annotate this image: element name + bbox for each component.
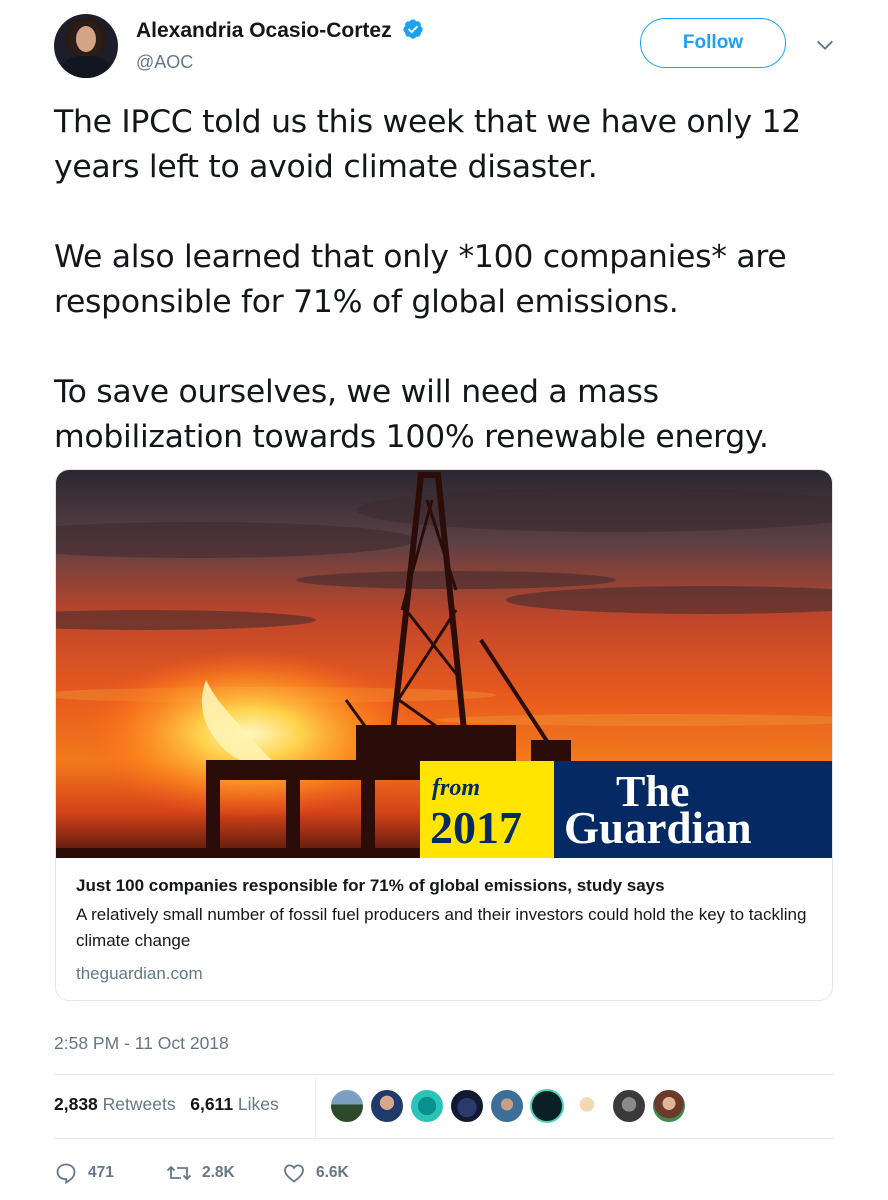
tweet-timestamp[interactable]: 2:58 PM - 11 Oct 2018 [54, 1033, 229, 1054]
retweet-count: 2.8K [202, 1164, 235, 1181]
card-description: A relatively small number of fossil fuel… [76, 905, 807, 950]
tweet-paragraph: To save ourselves, we will need a mass m… [54, 374, 769, 455]
liker-avatar[interactable] [410, 1089, 444, 1123]
card-image[interactable]: from 2017 The Guardian [56, 470, 833, 858]
liker-avatar[interactable] [370, 1089, 404, 1123]
tweet-stats: 2,838 Retweets 6,611 Likes [54, 1094, 279, 1122]
liker-avatar[interactable] [330, 1089, 364, 1123]
liker-avatar[interactable] [652, 1089, 686, 1123]
divider-bottom [54, 1138, 834, 1139]
card-domain[interactable]: theguardian.com [76, 964, 816, 984]
badge-year-text: 2017 [430, 802, 522, 853]
retweets-label: Retweets [102, 1094, 176, 1114]
card-title[interactable]: Just 100 companies responsible for 71% o… [76, 874, 816, 898]
tweet-header: Alexandria Ocasio-Cortez @AOC Follow [54, 14, 834, 80]
like-button[interactable]: 6.6K [282, 1158, 349, 1188]
reply-button[interactable]: 471 [54, 1158, 114, 1188]
author-name[interactable]: Alexandria Ocasio-Cortez [136, 18, 424, 43]
avatar-body [62, 56, 110, 78]
retweet-stat[interactable]: 2,838 Retweets [54, 1094, 176, 1114]
retweet-icon [166, 1165, 192, 1181]
liker-avatar[interactable] [450, 1089, 484, 1123]
follow-button[interactable]: Follow [640, 18, 786, 68]
reply-count: 471 [88, 1164, 114, 1181]
link-card[interactable]: from 2017 The Guardian Just 100 companie… [55, 469, 833, 1001]
like-stat[interactable]: 6,611 Likes [190, 1094, 279, 1114]
author-avatar[interactable] [54, 14, 118, 78]
stats-separator [315, 1078, 316, 1138]
verified-badge-icon [403, 19, 424, 39]
retweet-button[interactable]: 2.8K [166, 1158, 235, 1188]
liker-avatar[interactable] [530, 1089, 564, 1123]
tweet-paragraph: The IPCC told us this week that we have … [54, 104, 801, 185]
likes-count: 6,611 [190, 1094, 234, 1114]
like-count: 6.6K [316, 1164, 349, 1181]
liker-avatar[interactable] [570, 1089, 604, 1123]
reply-icon [56, 1163, 76, 1185]
heart-icon [284, 1164, 304, 1183]
chevron-down-icon[interactable] [814, 34, 836, 56]
retweets-count: 2,838 [54, 1094, 98, 1114]
card-body[interactable]: Just 100 companies responsible for 71% o… [76, 874, 816, 984]
divider-top [54, 1074, 834, 1075]
likes-label: Likes [237, 1094, 279, 1114]
author-name-text[interactable]: Alexandria Ocasio-Cortez [136, 19, 392, 42]
liker-avatar[interactable] [612, 1089, 646, 1123]
liker-avatar[interactable] [490, 1089, 524, 1123]
badge-from-text: from [432, 775, 480, 801]
guardian-brand-line2: Guardian [564, 803, 752, 853]
avatar-face [76, 26, 96, 52]
tweet-text: The IPCC told us this week that we have … [54, 100, 854, 460]
author-handle[interactable]: @AOC [136, 52, 193, 73]
tweet-paragraph: We also learned that only *100 companies… [54, 239, 787, 320]
